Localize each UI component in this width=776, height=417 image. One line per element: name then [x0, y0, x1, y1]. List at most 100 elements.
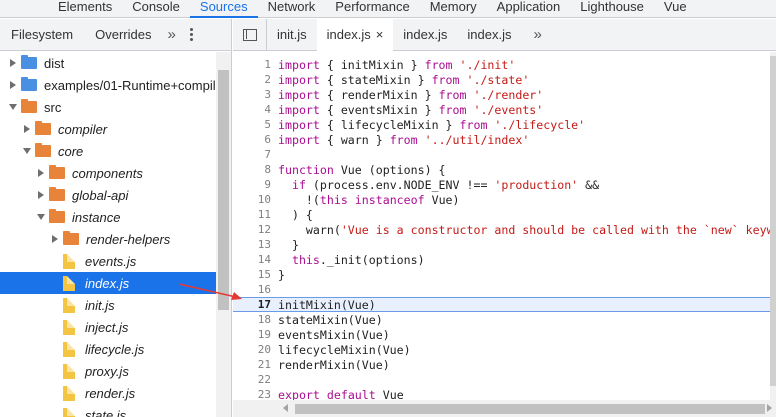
code-line[interactable]: 1 import { initMixin } from './init' [233, 57, 776, 72]
code-line[interactable]: 7 [233, 147, 776, 162]
tree-folder[interactable]: compiler [0, 118, 216, 140]
tab-sources[interactable]: Sources [189, 0, 258, 18]
editor-tab[interactable]: index.js [393, 19, 457, 51]
line-number[interactable]: 15 [233, 268, 278, 281]
tab-console[interactable]: Console [122, 0, 190, 17]
line-number[interactable]: 7 [233, 148, 278, 161]
line-number[interactable]: 8 [233, 163, 278, 176]
code-editor[interactable]: 1 import { initMixin } from './init' 2 impo… [233, 57, 776, 416]
tree-folder[interactable]: instance [0, 206, 216, 228]
line-number[interactable]: 16 [233, 283, 278, 296]
code-line[interactable]: 2 import { stateMixin } from './state' [233, 72, 776, 87]
code-line[interactable]: 4 import { eventsMixin } from './events' [233, 102, 776, 117]
kebab-menu-icon[interactable] [185, 28, 199, 41]
editor-horizontal-scrollbar[interactable] [233, 400, 776, 417]
line-number[interactable]: 17 [233, 298, 278, 311]
code-line[interactable]: 14 this._init(options) [233, 252, 776, 267]
navigator-scroll-thumb[interactable] [218, 70, 229, 310]
editor-vertical-scrollbar[interactable] [770, 52, 776, 400]
code-line[interactable]: 9 if (process.env.NODE_ENV !== 'producti… [233, 177, 776, 192]
toggle-navigator-button[interactable] [233, 18, 267, 51]
line-number[interactable]: 11 [233, 208, 278, 221]
editor-vertical-scroll-thumb[interactable] [770, 56, 776, 386]
code-line[interactable]: 21 renderMixin(Vue) [233, 357, 776, 372]
expand-arrow-right-icon[interactable] [36, 190, 46, 200]
expand-arrow-right-icon[interactable] [22, 124, 32, 134]
tab-network[interactable]: Network [258, 0, 326, 17]
tab-application[interactable]: Application [487, 0, 571, 17]
line-number[interactable]: 21 [233, 358, 278, 371]
code-line[interactable]: 19 eventsMixin(Vue) [233, 327, 776, 342]
line-number[interactable]: 12 [233, 223, 278, 236]
line-number[interactable]: 14 [233, 253, 278, 266]
tree-file[interactable]: inject.js [0, 316, 216, 338]
line-number[interactable]: 1 [233, 58, 278, 71]
line-number[interactable]: 18 [233, 313, 278, 326]
tree-folder[interactable]: src [0, 96, 216, 118]
code-line[interactable]: 22 [233, 372, 776, 387]
line-number[interactable]: 5 [233, 118, 278, 131]
tab-lighthouse[interactable]: Lighthouse [570, 0, 654, 17]
tree-folder[interactable]: examples/01-Runtime+compiler [0, 74, 227, 96]
line-number[interactable]: 20 [233, 343, 278, 356]
code-line[interactable]: 13 } [233, 237, 776, 252]
code-line[interactable]: 20 lifecycleMixin(Vue) [233, 342, 776, 357]
code-line[interactable]: 16 [233, 282, 776, 297]
code-line[interactable]: 17 initMixin(Vue) [233, 297, 776, 312]
code-line[interactable]: 11 ) { [233, 207, 776, 222]
tree-folder[interactable]: global-api [0, 184, 216, 206]
tree-file[interactable]: index.js [0, 272, 216, 294]
code-line[interactable]: 15} [233, 267, 776, 282]
more-editor-tabs-chevron-icon[interactable]: » [521, 26, 553, 43]
editor-tab[interactable]: index.js [457, 19, 521, 51]
editor-tab-label: index.js [403, 27, 448, 42]
tree-file[interactable]: state.js [0, 404, 216, 417]
scroll-right-icon[interactable] [767, 404, 772, 412]
scroll-left-icon[interactable] [283, 404, 288, 412]
editor-horizontal-scroll-thumb[interactable] [295, 404, 765, 414]
expand-arrow-right-icon[interactable] [36, 168, 46, 178]
tree-file[interactable]: init.js [0, 294, 216, 316]
line-number[interactable]: 13 [233, 238, 278, 251]
line-number[interactable]: 22 [233, 373, 278, 386]
code-line[interactable]: 8 function Vue (options) { [233, 162, 776, 177]
tree-file[interactable]: events.js [0, 250, 216, 272]
line-number[interactable]: 4 [233, 103, 278, 116]
expand-arrow-down-icon[interactable] [22, 146, 32, 156]
code-line[interactable]: 18 stateMixin(Vue) [233, 312, 776, 327]
editor-tab[interactable]: init.js [267, 19, 317, 51]
code-line[interactable]: 5 import { lifecycleMixin } from './lifec… [233, 117, 776, 132]
tree-file[interactable]: render.js [0, 382, 216, 404]
tab-filesystem[interactable]: Filesystem [0, 19, 84, 51]
more-tabs-chevron-icon[interactable]: » [162, 19, 180, 51]
editor-tab[interactable]: index.js × [316, 18, 394, 52]
tab-vue[interactable]: Vue [654, 0, 697, 17]
line-number[interactable]: 9 [233, 178, 278, 191]
close-tab-icon[interactable]: × [376, 27, 384, 42]
tree-folder[interactable]: render-helpers [0, 228, 216, 250]
tab-performance[interactable]: Performance [325, 0, 419, 17]
tree-folder[interactable]: components [0, 162, 216, 184]
expand-arrow-down-icon[interactable] [36, 212, 46, 222]
line-number[interactable]: 3 [233, 88, 278, 101]
tab-elements[interactable]: Elements [48, 0, 122, 17]
tree-file[interactable]: lifecycle.js [0, 338, 216, 360]
code-line[interactable]: 6 import { warn } from '../util/index' [233, 132, 776, 147]
expand-arrow-right-icon[interactable] [8, 80, 18, 90]
tab-overrides[interactable]: Overrides [84, 19, 162, 51]
line-number[interactable]: 2 [233, 73, 278, 86]
navigator-scrollbar[interactable] [216, 52, 231, 417]
code-line[interactable]: 10 !(this instanceof Vue) [233, 192, 776, 207]
code-line[interactable]: 3 import { renderMixin } from './render' [233, 87, 776, 102]
line-number[interactable]: 6 [233, 133, 278, 146]
tree-folder[interactable]: core [0, 140, 216, 162]
code-line[interactable]: 12 warn('Vue is a constructor and should… [233, 222, 776, 237]
tab-memory[interactable]: Memory [420, 0, 487, 17]
expand-arrow-right-icon[interactable] [50, 234, 60, 244]
line-number[interactable]: 10 [233, 193, 278, 206]
tree-folder[interactable]: dist [0, 52, 216, 74]
expand-arrow-right-icon[interactable] [8, 58, 18, 68]
line-number[interactable]: 19 [233, 328, 278, 341]
expand-arrow-down-icon[interactable] [8, 102, 18, 112]
tree-file[interactable]: proxy.js [0, 360, 216, 382]
